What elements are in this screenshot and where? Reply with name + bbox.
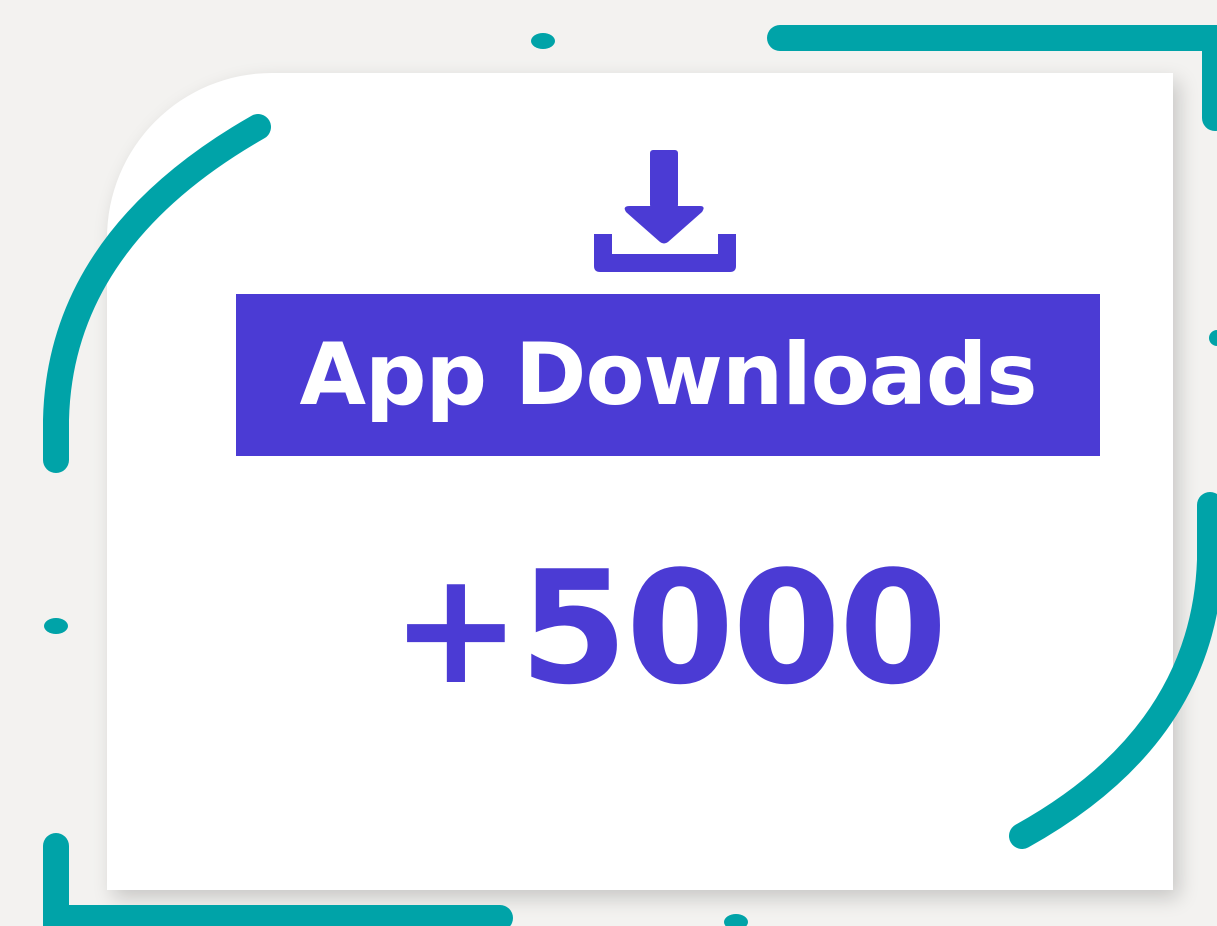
download-icon bbox=[594, 150, 736, 272]
decor-dot bbox=[531, 33, 555, 49]
decor-dot bbox=[724, 914, 748, 926]
decor-dot bbox=[44, 618, 68, 634]
stat-title: App Downloads bbox=[299, 325, 1037, 425]
decor-dot bbox=[1209, 330, 1217, 346]
stat-count: +5000 bbox=[390, 537, 948, 719]
card-corner bbox=[1008, 725, 1173, 890]
title-banner: App Downloads bbox=[236, 294, 1100, 456]
